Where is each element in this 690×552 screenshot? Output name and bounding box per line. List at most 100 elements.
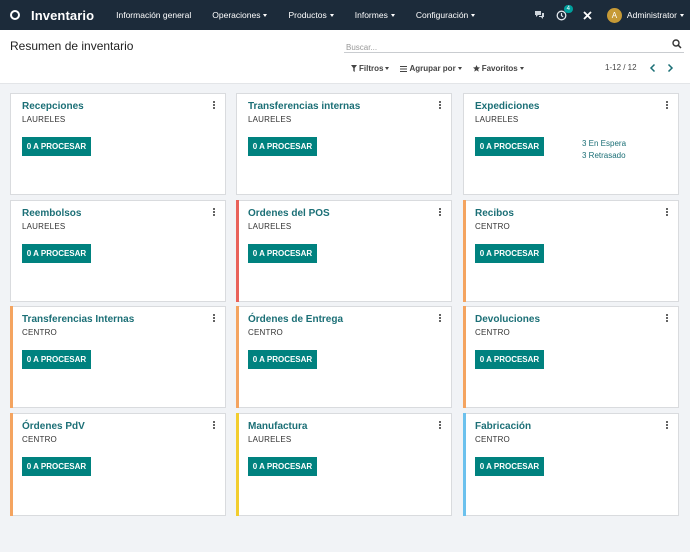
card-warehouse: CENTRO [22, 328, 57, 337]
card-color-bar [236, 200, 239, 302]
card-color-bar [463, 413, 466, 516]
chevron-down-icon [680, 13, 684, 17]
card-title[interactable]: Devoluciones [475, 314, 540, 325]
card-devoluciones[interactable]: Devoluciones CENTRO 0 A PROCESAR [463, 306, 679, 408]
to-process-button[interactable]: 0 A PROCESAR [22, 350, 91, 369]
apps-menu-icon[interactable] [0, 0, 30, 30]
card-color-bar [463, 200, 466, 302]
card-recibos[interactable]: Recibos CENTRO 0 A PROCESAR [463, 200, 679, 302]
chevron-down-icon [390, 14, 395, 18]
card-warehouse: LAURELES [22, 115, 66, 124]
to-process-button[interactable]: 0 A PROCESAR [475, 137, 544, 156]
chevron-right-icon[interactable] [665, 63, 675, 73]
to-process-button[interactable]: 0 A PROCESAR [475, 457, 544, 476]
more-vertical-icon[interactable] [437, 420, 443, 430]
card-transferencias-internas-centro[interactable]: Transferencias Internas CENTRO 0 A PROCE… [10, 306, 226, 408]
menu-item-informacion-general[interactable]: Información general [116, 10, 191, 20]
card-warehouse: LAURELES [475, 115, 519, 124]
more-vertical-icon[interactable] [664, 100, 670, 110]
chevron-down-icon [385, 67, 390, 70]
more-vertical-icon[interactable] [437, 100, 443, 110]
card-title[interactable]: Ordenes del POS [248, 208, 330, 219]
star-icon [472, 65, 480, 72]
waiting-link[interactable]: 3 En Espera [582, 138, 626, 150]
card-status-links: 3 En Espera 3 Retrasado [582, 138, 626, 162]
more-vertical-icon[interactable] [211, 420, 217, 430]
menu-item-operaciones[interactable]: Operaciones [212, 10, 268, 20]
menu-item-productos[interactable]: Productos [288, 10, 334, 20]
app-name[interactable]: Inventario [31, 8, 94, 23]
card-title[interactable]: Recibos [475, 208, 514, 219]
card-transferencias-internas[interactable]: Transferencias internas LAURELES 0 A PRO… [236, 93, 452, 195]
card-title[interactable]: Reembolsos [22, 208, 81, 219]
to-process-button[interactable]: 0 A PROCESAR [22, 244, 91, 263]
more-vertical-icon[interactable] [211, 100, 217, 110]
card-title[interactable]: Transferencias Internas [22, 314, 134, 325]
search-icon[interactable] [672, 39, 682, 49]
more-vertical-icon[interactable] [437, 207, 443, 217]
filters-button[interactable]: Filtros [351, 64, 390, 73]
tools-icon[interactable] [577, 0, 599, 30]
to-process-button[interactable]: 0 A PROCESAR [475, 244, 544, 263]
user-name: Administrator [626, 10, 677, 20]
search-input[interactable] [344, 40, 664, 55]
user-menu[interactable]: A Administrator [606, 7, 684, 23]
main-menu: Información general Operaciones Producto… [116, 10, 496, 20]
card-title[interactable]: Transferencias internas [248, 101, 360, 112]
more-vertical-icon[interactable] [211, 207, 217, 217]
activity-clock-icon[interactable]: 4 [551, 0, 573, 30]
card-ordenes-de-entrega[interactable]: Órdenes de Entrega CENTRO 0 A PROCESAR [236, 306, 452, 408]
card-reembolsos[interactable]: Reembolsos LAURELES 0 A PROCESAR [10, 200, 226, 302]
more-vertical-icon[interactable] [664, 207, 670, 217]
card-color-bar [10, 413, 13, 516]
to-process-button[interactable]: 0 A PROCESAR [248, 137, 317, 156]
chevron-left-icon[interactable] [648, 63, 658, 73]
search-options: Filtros Agrupar por Favoritos [351, 64, 535, 73]
to-process-button[interactable]: 0 A PROCESAR [22, 457, 91, 476]
card-title[interactable]: Fabricación [475, 421, 531, 432]
chat-icon[interactable] [529, 0, 551, 30]
card-manufactura[interactable]: Manufactura LAURELES 0 A PROCESAR [236, 413, 452, 516]
card-color-bar [236, 306, 239, 408]
chevron-down-icon [457, 67, 462, 70]
to-process-button[interactable]: 0 A PROCESAR [248, 457, 317, 476]
card-title[interactable]: Órdenes de Entrega [248, 314, 343, 325]
menu-item-configuracion[interactable]: Configuración [416, 10, 476, 20]
card-title[interactable]: Expediciones [475, 101, 539, 112]
card-color-bar [236, 413, 239, 516]
to-process-button[interactable]: 0 A PROCESAR [248, 244, 317, 263]
menu-item-informes[interactable]: Informes [355, 10, 395, 20]
card-color-bar [463, 306, 466, 408]
chevron-down-icon [263, 14, 268, 18]
list-icon [400, 65, 408, 72]
systray: 4 A Administrator [529, 0, 690, 30]
more-vertical-icon[interactable] [664, 420, 670, 430]
card-warehouse: LAURELES [22, 222, 66, 231]
to-process-button[interactable]: 0 A PROCESAR [475, 350, 544, 369]
more-vertical-icon[interactable] [211, 313, 217, 323]
card-warehouse: LAURELES [248, 115, 292, 124]
card-title[interactable]: Manufactura [248, 421, 307, 432]
card-title[interactable]: Órdenes PdV [22, 421, 85, 432]
late-link[interactable]: 3 Retrasado [582, 150, 626, 162]
card-ordenes-pdv[interactable]: Órdenes PdV CENTRO 0 A PROCESAR [10, 413, 226, 516]
to-process-button[interactable]: 0 A PROCESAR [248, 350, 317, 369]
card-ordenes-del-pos[interactable]: Ordenes del POS LAURELES 0 A PROCESAR [236, 200, 452, 302]
card-warehouse: CENTRO [475, 435, 510, 444]
top-navbar: Inventario Información general Operacion… [0, 0, 690, 30]
control-panel: Resumen de inventario Filtros Agrupar po… [0, 30, 690, 84]
to-process-button[interactable]: 0 A PROCESAR [22, 137, 91, 156]
card-warehouse: CENTRO [22, 435, 57, 444]
pager-value[interactable]: 1-12 / 12 [605, 63, 637, 72]
card-warehouse: LAURELES [248, 435, 292, 444]
card-color-bar [10, 306, 13, 408]
card-warehouse: CENTRO [475, 328, 510, 337]
favorites-button[interactable]: Favoritos [472, 64, 524, 73]
card-fabricacion[interactable]: Fabricación CENTRO 0 A PROCESAR [463, 413, 679, 516]
card-expediciones[interactable]: Expediciones LAURELES 0 A PROCESAR 3 En … [463, 93, 679, 195]
more-vertical-icon[interactable] [437, 313, 443, 323]
card-recepciones[interactable]: Recepciones LAURELES 0 A PROCESAR [10, 93, 226, 195]
group-by-button[interactable]: Agrupar por [400, 64, 462, 73]
more-vertical-icon[interactable] [664, 313, 670, 323]
card-title[interactable]: Recepciones [22, 101, 84, 112]
